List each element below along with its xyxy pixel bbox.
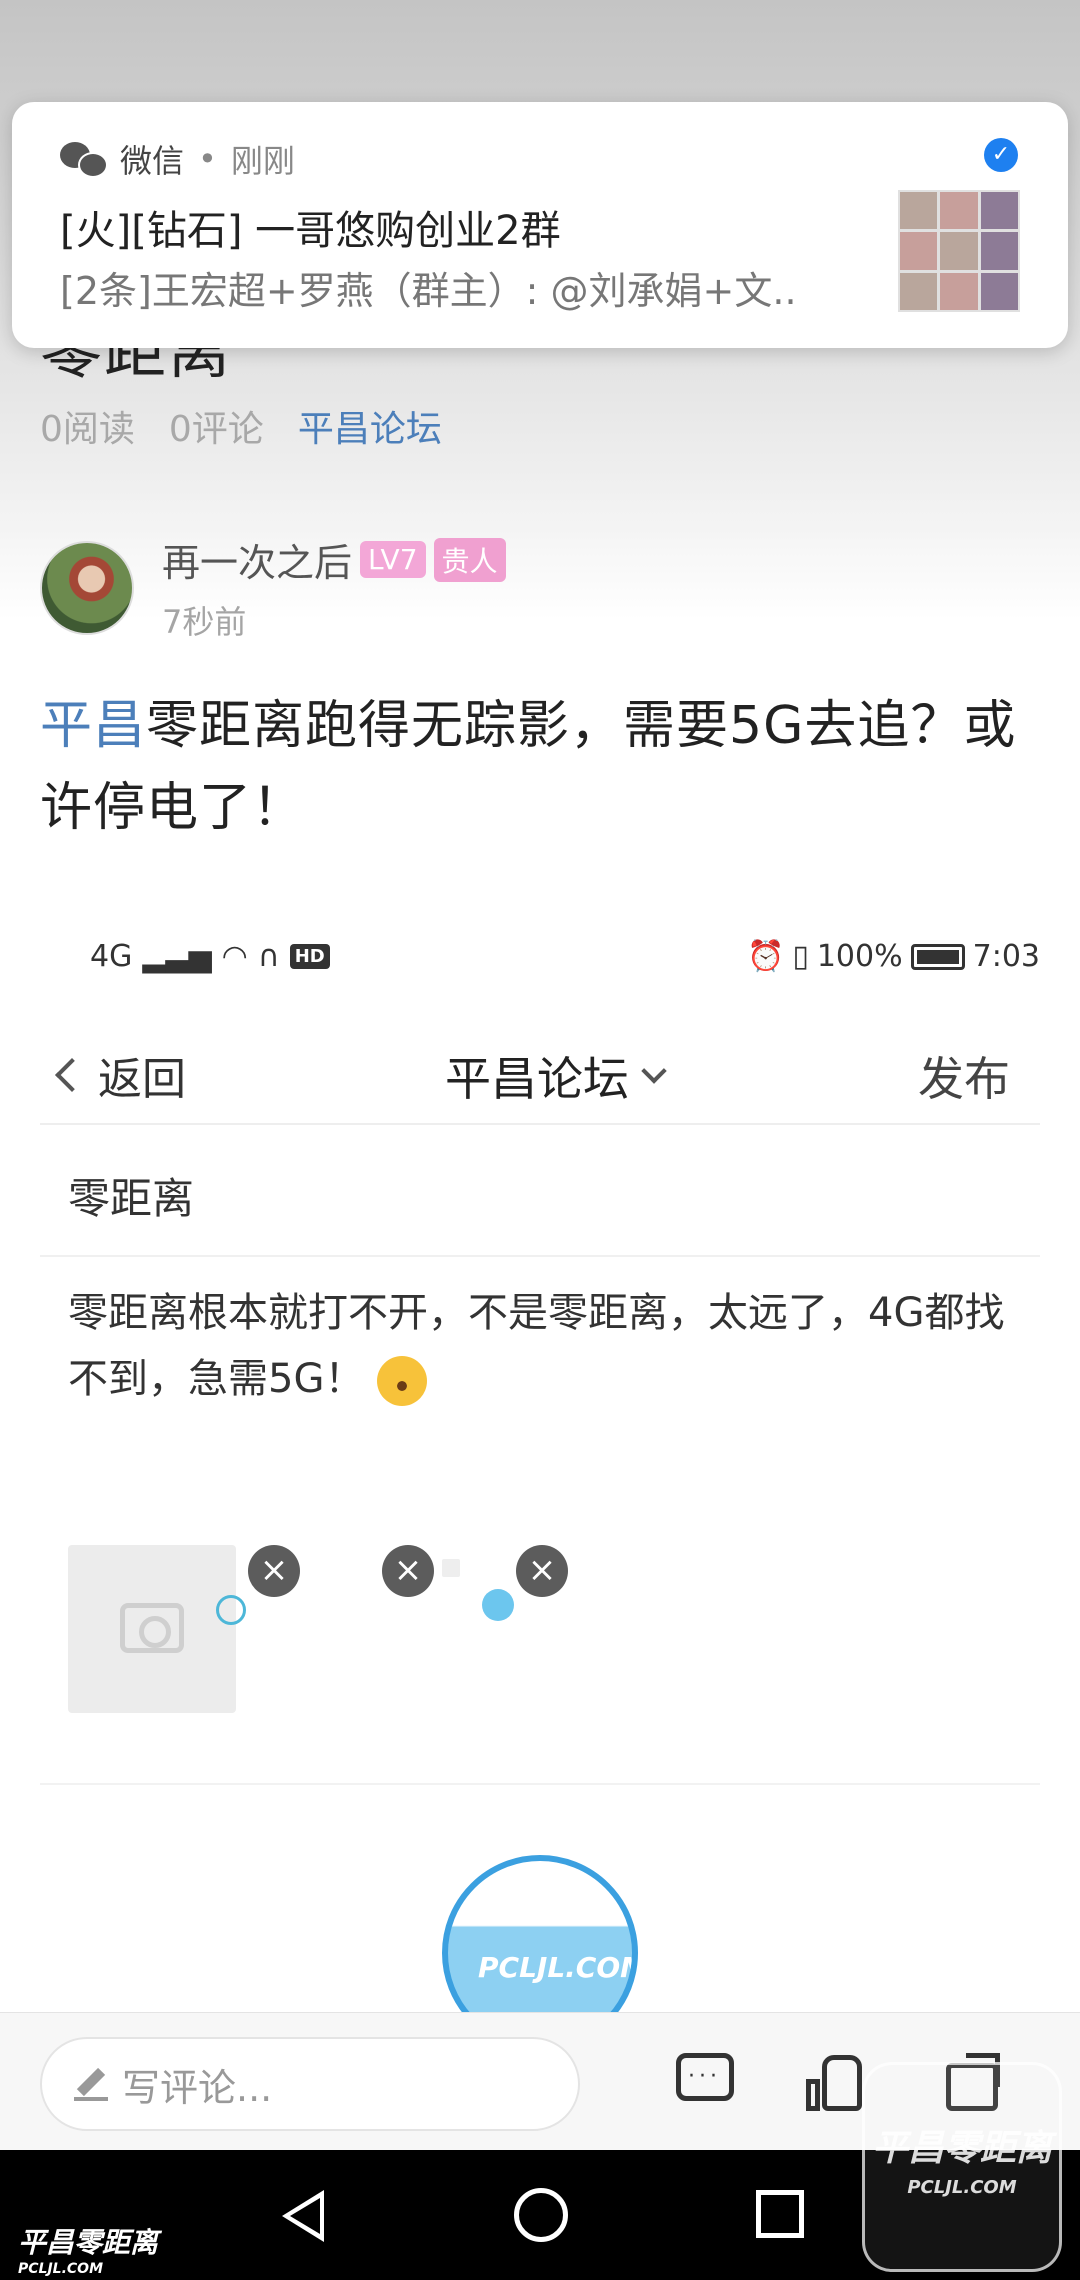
publish-button[interactable]: 发布 <box>918 1043 1010 1109</box>
post-text: 平昌零距离跑得无踪影，需要5G去追？或许停电了！ <box>40 685 1050 849</box>
headphone-icon: ∩ <box>257 939 280 974</box>
embedded-screenshot[interactable]: 4G ▂▃▅ ◠ ∩ HD ⏰ ▯ 100% 7:03 返回 平昌论坛 发布 零… <box>40 905 1040 2015</box>
subject-field[interactable]: 零距离 <box>40 1127 1040 1257</box>
back-button[interactable]: 返回 <box>55 1043 186 1107</box>
status-time: 7:03 <box>972 939 1040 974</box>
pingchang-logo: PCLJL.COM <box>442 1855 638 2015</box>
comment-count: 0评论 <box>168 409 264 450</box>
author-line: 再一次之后 LV7 贵人 <box>162 532 506 587</box>
back-label: 返回 <box>98 1054 186 1105</box>
author-row: 再一次之后 LV7 贵人 7秒前 <box>40 532 506 643</box>
shocked-emoji-icon <box>377 1356 428 1406</box>
check-shield-icon: ✓ <box>984 138 1018 172</box>
pencil-icon <box>74 2067 108 2101</box>
comment-input[interactable]: 写评论... <box>40 2037 580 2131</box>
forum-selector[interactable]: 平昌论坛 <box>445 1043 667 1109</box>
embedded-nav-bar: 返回 平昌论坛 发布 <box>40 1015 1040 1125</box>
nav-recents-icon[interactable] <box>756 2190 804 2238</box>
author-info: 再一次之后 LV7 贵人 7秒前 <box>162 532 506 643</box>
watermark-left: 平昌零距离 PCLJL.COM <box>18 2229 158 2280</box>
body-text: 零距离根本就打不开，不是零距离，太远了，4G都找不到，急需5G！ <box>68 1290 1005 1402</box>
notification-app-row: 微信 • 刚刚 <box>60 136 295 182</box>
wechat-icon <box>60 140 108 178</box>
watermark-right: 平昌零距离 PCLJL.COM <box>862 2062 1062 2272</box>
remove-photo-icon[interactable]: × <box>248 1545 300 1597</box>
camera-icon <box>120 1603 184 1653</box>
article-meta: 0阅读 0评论 平昌论坛 <box>40 400 442 452</box>
subject-text: 零距离 <box>68 1174 195 1223</box>
add-photo-button[interactable] <box>68 1545 236 1713</box>
battery-percent: 100% <box>816 939 903 974</box>
post-time: 7秒前 <box>162 603 247 641</box>
notification-time: 刚刚 <box>230 142 295 180</box>
avatar[interactable] <box>40 540 134 635</box>
watermark-left-url: PCLJL.COM <box>18 2261 104 2277</box>
hd-label: HD <box>289 944 330 969</box>
nav-home-icon[interactable] <box>514 2188 568 2242</box>
watermark-right-name: 平昌零距离 <box>871 2128 1052 2169</box>
status-right: ⏰ ▯ 100% 7:03 <box>747 939 1040 974</box>
battery-icon <box>910 943 965 970</box>
remove-photo-icon[interactable]: × <box>382 1545 434 1597</box>
comments-icon[interactable]: ··· <box>672 2049 738 2115</box>
level-badge: LV7 <box>360 541 426 578</box>
remove-photo-icon[interactable]: × <box>516 1545 568 1597</box>
wechat-notification[interactable]: 微信 • 刚刚 ✓ [火][钻石] 一哥悠购创业2群 [2条]王宏超+罗燕（群主… <box>12 102 1068 348</box>
upload-spinner-icon <box>482 1589 514 1621</box>
embedded-status-bar: 4G ▂▃▅ ◠ ∩ HD ⏰ ▯ 100% 7:03 <box>90 935 1040 985</box>
wifi-icon: ◠ <box>221 939 248 974</box>
post-body: 零距离跑得无踪影，需要5G去追？或许停电了！ <box>40 696 1017 838</box>
post-tag[interactable]: 平昌 <box>40 696 146 756</box>
vibrate-icon: ▯ <box>792 939 809 974</box>
network-label: 4G <box>90 939 133 974</box>
forum-selector-label: 平昌论坛 <box>445 1052 629 1106</box>
logo-text: PCLJL.COM <box>478 1951 638 1984</box>
notification-separator: • <box>198 140 217 178</box>
rank-badge: 贵人 <box>433 537 506 582</box>
signal-icon: ▂▃▅ <box>142 939 212 974</box>
body-field[interactable]: 零距离根本就打不开，不是零距离，太远了，4G都找不到，急需5G！ <box>68 1280 1018 1412</box>
status-left: 4G ▂▃▅ ◠ ∩ HD <box>90 939 330 974</box>
chevron-down-icon <box>641 1058 667 1084</box>
alarm-icon: ⏰ <box>746 939 785 974</box>
notification-app-name: 微信 <box>120 142 185 180</box>
like-icon[interactable] <box>804 2049 870 2115</box>
photo-placeholder-icon <box>442 1559 460 1577</box>
chevron-left-icon <box>55 1058 89 1092</box>
upload-spinner-icon <box>216 1595 246 1625</box>
forum-link[interactable]: 平昌论坛 <box>298 400 442 452</box>
comment-placeholder: 写评论... <box>122 2065 273 2110</box>
notification-body: [2条]王宏超+罗燕（群主）: @刘承娟+文.. <box>60 269 797 313</box>
group-avatar <box>898 190 1020 312</box>
nav-back-icon[interactable] <box>282 2190 324 2242</box>
author-name[interactable]: 再一次之后 <box>162 532 352 587</box>
watermark-right-url: PCLJL.COM <box>907 2177 1017 2198</box>
watermark-left-name: 平昌零距离 <box>18 2226 159 2259</box>
photo-upload-row: × × × <box>40 1545 1040 1785</box>
read-count: 0阅读 <box>40 409 135 450</box>
notification-title: [火][钻石] 一哥悠购创业2群 <box>60 208 561 254</box>
